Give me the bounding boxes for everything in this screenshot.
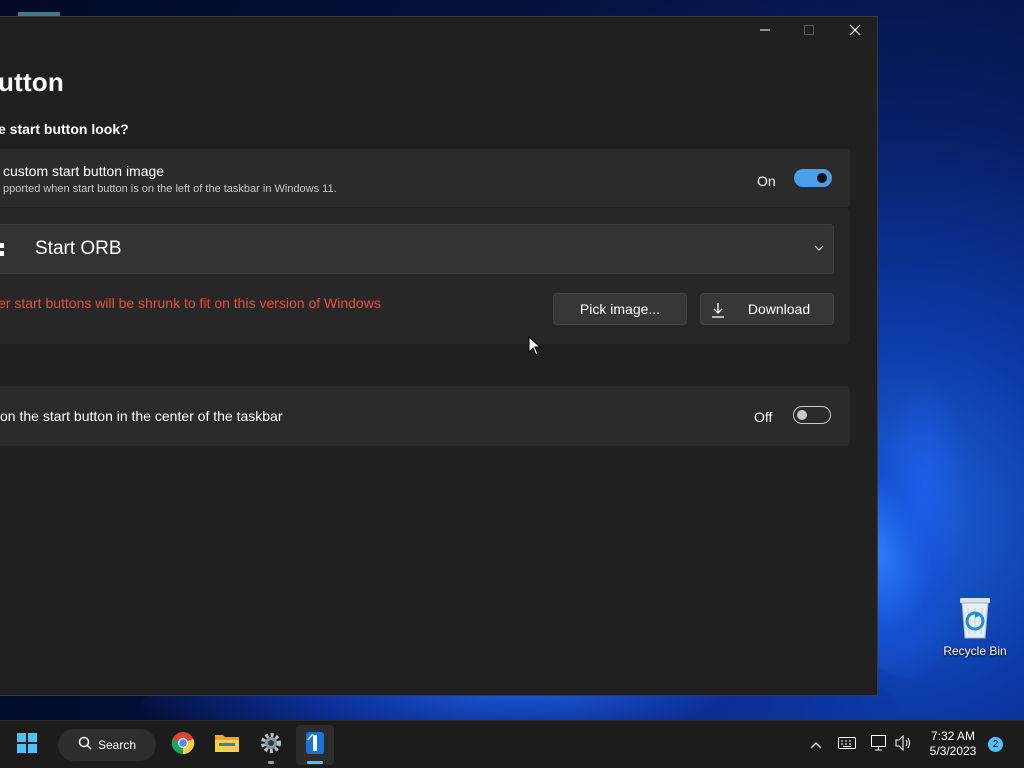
mouse-cursor-icon <box>528 335 542 356</box>
chevron-down-icon <box>813 241 825 253</box>
pick-image-label: Pick image... <box>579 301 661 317</box>
center-start-toggle[interactable] <box>793 406 831 424</box>
volume-button[interactable] <box>893 733 915 757</box>
center-start-setting-title: on the start button in the center of the… <box>0 408 283 424</box>
toggle-knob <box>817 173 827 183</box>
taskbar-file-explorer[interactable] <box>208 725 246 765</box>
taskbar-start-app[interactable] <box>296 725 334 765</box>
download-label: Download <box>747 301 811 317</box>
custom-image-state-label: On <box>757 173 776 189</box>
shrink-warning-text: er start buttons will be shrunk to fit o… <box>0 295 381 311</box>
custom-image-setting-card: custom start button image pported when s… <box>0 149 850 207</box>
file-explorer-icon <box>214 732 240 759</box>
start-app-icon <box>304 730 326 761</box>
minimize-icon <box>759 23 771 41</box>
taskbar-search-button[interactable]: Search <box>58 729 156 761</box>
minimize-button[interactable] <box>742 17 788 47</box>
custom-image-setting-description: pported when start button is on the left… <box>3 183 337 195</box>
active-indicator <box>307 761 323 764</box>
chrome-icon <box>171 731 195 760</box>
start-button[interactable] <box>8 725 46 765</box>
taskbar-chrome[interactable] <box>164 725 202 765</box>
recycle-bin-icon <box>956 594 994 640</box>
network-button[interactable] <box>869 733 891 757</box>
network-icon <box>871 734 889 756</box>
keyboard-icon <box>838 736 856 754</box>
touch-keyboard-button[interactable] <box>836 733 858 757</box>
recycle-bin[interactable]: Recycle Bin <box>940 594 1010 658</box>
running-indicator <box>268 761 274 764</box>
recycle-bin-label: Recycle Bin <box>943 644 1007 658</box>
orb-preview-icon <box>0 243 4 257</box>
search-icon <box>78 736 92 755</box>
section-heading: e start button look? <box>0 121 129 137</box>
windows-logo-icon <box>17 732 37 758</box>
show-hidden-icons-button[interactable] <box>806 733 826 757</box>
custom-image-setting-title: custom start button image <box>3 163 165 179</box>
start-orb-dropdown[interactable]: Start ORB <box>0 224 834 274</box>
close-icon <box>849 23 861 41</box>
page-title: utton <box>0 67 64 97</box>
speaker-icon <box>895 734 913 756</box>
notification-badge[interactable]: 2 <box>988 737 1003 752</box>
toggle-knob <box>797 410 807 420</box>
maximize-icon <box>803 23 815 41</box>
taskbar: Search 7:32 AM 5/3/2023 <box>0 720 1024 768</box>
custom-image-toggle[interactable] <box>794 169 832 187</box>
center-start-state-label: Off <box>754 409 773 425</box>
download-button[interactable]: Download <box>700 293 834 325</box>
pick-image-button[interactable]: Pick image... <box>553 293 687 325</box>
clock-date: 5/3/2023 <box>929 744 977 758</box>
app-window: utton e start button look? custom start … <box>0 16 878 696</box>
taskbar-clock[interactable]: 7:32 AM 5/3/2023 <box>920 729 986 759</box>
search-label: Search <box>97 738 137 752</box>
gear-icon <box>259 731 283 760</box>
taskbar-settings[interactable] <box>252 725 290 765</box>
clock-time: 7:32 AM <box>930 729 976 743</box>
download-icon <box>711 302 725 318</box>
center-start-setting-card: on the start button in the center of the… <box>0 386 850 446</box>
start-orb-selected: Start ORB <box>35 238 122 259</box>
close-button[interactable] <box>832 17 878 47</box>
chevron-up-icon <box>810 736 822 754</box>
wallpaper-bloom <box>880 380 970 600</box>
maximize-button[interactable] <box>786 17 832 47</box>
